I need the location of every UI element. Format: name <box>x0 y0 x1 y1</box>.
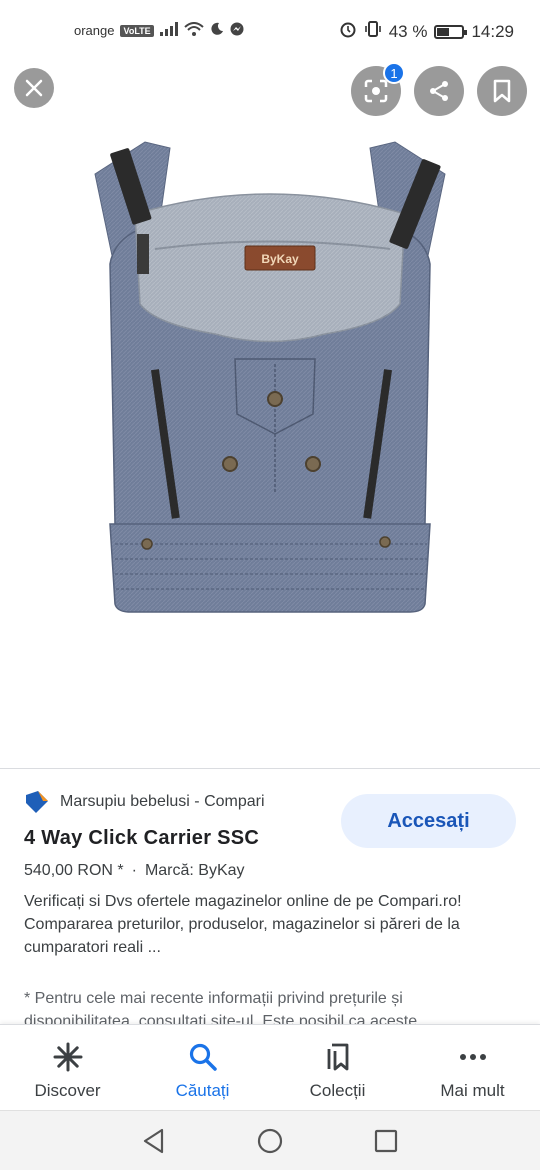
lens-icon <box>364 79 388 103</box>
back-triangle-icon <box>143 1128 164 1153</box>
share-icon <box>430 81 448 101</box>
volte-badge: VoLTE <box>120 24 154 37</box>
product-image: ByKay <box>94 141 446 613</box>
share-button[interactable] <box>414 66 464 116</box>
price-disclaimer: * Pentru cele mai recente informații pri… <box>24 990 418 1024</box>
product-price: 540,00 RON * <box>24 862 124 879</box>
clock: 14:29 <box>471 21 514 41</box>
source-row[interactable]: Marsupiu bebelusi - Compari <box>24 789 265 815</box>
nav-label: Mai mult <box>440 1081 505 1100</box>
lens-badge: 1 <box>383 64 405 84</box>
image-viewer[interactable]: 1 ByKay <box>0 64 540 768</box>
recents-square-icon <box>374 1129 398 1152</box>
signal-icon <box>159 22 178 39</box>
save-button[interactable] <box>477 66 527 116</box>
result-panel: Marsupiu bebelusi - Compari Accesați 4 W… <box>0 769 540 1024</box>
recents-button[interactable] <box>372 1127 400 1155</box>
product-brand: Marcă: ByKay <box>144 862 245 879</box>
system-navigation <box>0 1110 540 1170</box>
bookmark-icon <box>493 79 511 103</box>
visit-button[interactable]: Accesați <box>341 794 516 848</box>
vibrate-icon <box>364 20 382 43</box>
nav-discover[interactable]: Discover <box>0 1025 135 1110</box>
home-circle-icon <box>257 1128 283 1153</box>
back-button[interactable] <box>140 1127 168 1155</box>
nav-search[interactable]: Căutați <box>135 1025 270 1110</box>
carrier-label: orange <box>74 23 115 38</box>
status-bar: orange VoLTE 43 % 14:29 <box>0 0 540 64</box>
source-name[interactable]: Marsupiu bebelusi - Compari <box>60 793 265 811</box>
nav-collections[interactable]: Colecții <box>270 1025 405 1110</box>
asterisk-icon <box>52 1041 84 1073</box>
search-icon <box>187 1041 219 1073</box>
status-right: 43 % 14:29 <box>339 20 514 43</box>
nav-label: Căutați <box>175 1081 230 1100</box>
product-meta: 540,00 RON * · Marcă: ByKay <box>24 862 245 880</box>
alarm-icon <box>339 20 357 43</box>
product-description: Verificați si Dvs ofertele magazinelor o… <box>24 893 462 956</box>
battery-icon <box>434 24 468 39</box>
messenger-icon <box>230 22 244 39</box>
nav-label: Colecții <box>309 1081 366 1100</box>
battery-fill <box>437 27 449 36</box>
close-button[interactable] <box>14 68 54 108</box>
home-button[interactable] <box>256 1127 284 1155</box>
compari-logo-icon <box>26 791 48 813</box>
status-left: orange VoLTE <box>74 22 244 39</box>
nav-more[interactable]: Mai mult <box>405 1025 540 1110</box>
lens-button[interactable]: 1 <box>351 64 405 116</box>
moon-icon <box>210 22 224 39</box>
close-icon <box>25 79 43 97</box>
wifi-icon <box>183 22 204 39</box>
brand-label: ByKay <box>261 252 299 266</box>
meta-separator: · <box>131 862 137 879</box>
nav-label: Discover <box>34 1081 101 1100</box>
more-dots-icon <box>457 1041 489 1073</box>
bottom-navigation: Discover Căutați Colecții Mai mult <box>0 1024 540 1110</box>
collections-icon <box>322 1041 354 1073</box>
product-title[interactable]: 4 Way Click Carrier SSC <box>24 827 259 850</box>
battery-percent: 43 % <box>388 21 428 41</box>
